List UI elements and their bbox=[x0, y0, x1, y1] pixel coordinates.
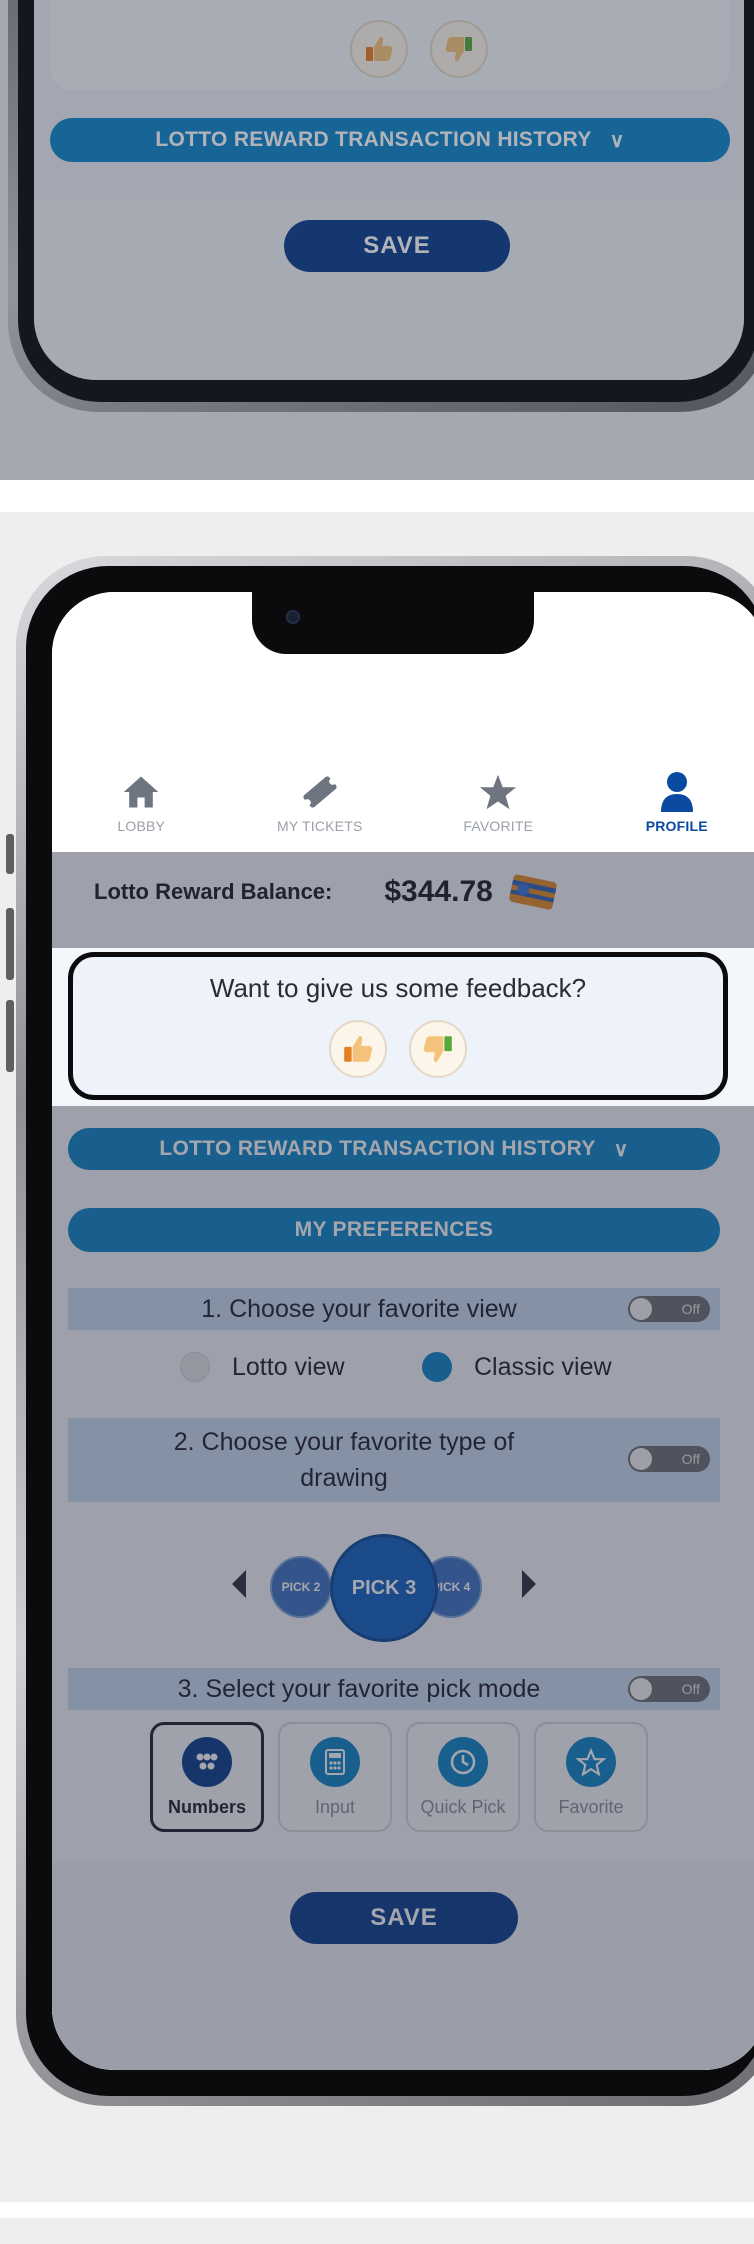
save-button-top[interactable]: SAVE bbox=[284, 220, 510, 272]
ticket-icon bbox=[300, 772, 340, 812]
save-button[interactable]: SAVE bbox=[290, 1892, 518, 1944]
screenshot-canvas: LOTTO REWARD TRANSACTION HISTORY∨ SAVE bbox=[0, 0, 754, 2244]
pref-drawing-type: 2. Choose your favorite type of drawing bbox=[68, 1418, 720, 1502]
chevron-down-icon: ∨ bbox=[609, 129, 625, 152]
nav-item-lobby[interactable]: LOBBY bbox=[86, 772, 196, 834]
thumbs-down-icon bbox=[423, 1036, 452, 1062]
side-button bbox=[6, 1000, 14, 1072]
panel-divider bbox=[0, 480, 754, 512]
nav-item-favorite[interactable]: FAVORITE bbox=[443, 772, 553, 834]
pref1-toggle[interactable]: Off bbox=[628, 1296, 710, 1322]
transaction-history-toggle[interactable]: LOTTO REWARD TRANSACTION HISTORY ∨ bbox=[68, 1128, 720, 1170]
top-panel: LOTTO REWARD TRANSACTION HISTORY ∨ SAVE bbox=[0, 0, 754, 480]
carousel-next-arrow[interactable] bbox=[522, 1570, 536, 1598]
thumbs-down-button[interactable] bbox=[409, 1020, 467, 1078]
chevron-down-icon: ∨ bbox=[613, 1138, 629, 1161]
thumbs-up-icon bbox=[344, 1036, 373, 1062]
drawing-carousel: PICK 2 PICK 4 PICK 3 bbox=[232, 1524, 572, 1644]
history-pill-top[interactable]: LOTTO REWARD TRANSACTION HISTORY ∨ bbox=[50, 118, 730, 162]
reward-card-icon bbox=[509, 874, 557, 910]
mode-favorite-button[interactable]: Favorite bbox=[534, 1722, 648, 1832]
pref-pick-mode: 3. Select your favorite pick mode bbox=[68, 1668, 720, 1710]
thumbs-up-icon bbox=[366, 36, 393, 61]
bottom-nav: LOBBY MY TICKETS FAVORITE PROFILE bbox=[52, 732, 754, 852]
balance-value: $344.78 bbox=[384, 875, 493, 908]
mode-quick-pick-button[interactable]: Quick Pick bbox=[406, 1722, 520, 1832]
radio-selected[interactable] bbox=[422, 1352, 452, 1382]
calculator-icon bbox=[310, 1736, 360, 1787]
balance-row: Lotto Reward Balance: $344.78 bbox=[94, 872, 559, 912]
star-icon bbox=[478, 772, 518, 812]
pick-3-logo[interactable]: PICK 3 bbox=[330, 1534, 438, 1642]
radio-unselected[interactable] bbox=[180, 1352, 210, 1382]
thumbs-down-button[interactable] bbox=[430, 20, 488, 78]
view-option-classic[interactable]: Classic view bbox=[422, 1352, 612, 1382]
main-panel: LOBBY MY TICKETS FAVORITE PROFILE Lotto … bbox=[0, 512, 754, 2202]
thumbs-top bbox=[350, 20, 488, 78]
pref-favorite-view: 1. Choose your favorite view bbox=[68, 1288, 720, 1330]
nav-item-my-tickets[interactable]: MY TICKETS bbox=[265, 772, 375, 834]
feedback-card: Want to give us some feedback? bbox=[68, 952, 728, 1100]
preferences-header[interactable]: MY PREFERENCES bbox=[68, 1208, 720, 1252]
home-icon bbox=[121, 772, 161, 812]
carousel-prev-arrow[interactable] bbox=[232, 1570, 246, 1598]
clock-icon bbox=[438, 1736, 488, 1787]
feedback-thumbs bbox=[329, 1020, 467, 1078]
profile-content: Lotto Reward Balance: $344.78 Want to gi… bbox=[52, 852, 754, 2070]
profile-icon bbox=[657, 772, 697, 812]
feedback-title: Want to give us some feedback? bbox=[209, 973, 587, 1003]
view-option-lotto[interactable]: Lotto view bbox=[180, 1352, 345, 1382]
phone-screen: LOBBY MY TICKETS FAVORITE PROFILE Lotto … bbox=[52, 592, 754, 2070]
panel-divider bbox=[0, 2202, 754, 2218]
balance-label: Lotto Reward Balance: bbox=[94, 879, 333, 904]
nav-item-profile[interactable]: PROFILE bbox=[622, 772, 732, 834]
pref2-toggle[interactable]: Off bbox=[628, 1446, 710, 1472]
phone-screen-top: LOTTO REWARD TRANSACTION HISTORY ∨ SAVE bbox=[34, 0, 744, 380]
star-icon bbox=[566, 1736, 616, 1787]
mode-numbers-button[interactable]: Numbers bbox=[150, 1722, 264, 1832]
mode-input-button[interactable]: Input bbox=[278, 1722, 392, 1832]
pref3-toggle[interactable]: Off bbox=[628, 1676, 710, 1702]
pick-2-logo[interactable]: PICK 2 bbox=[270, 1556, 332, 1618]
thumbs-down-icon bbox=[445, 37, 472, 62]
side-button bbox=[6, 834, 14, 874]
pick-mode-options: Numbers Input Quick Pick Favorite bbox=[150, 1722, 648, 1832]
side-button bbox=[6, 908, 14, 980]
phone-notch bbox=[252, 592, 534, 654]
feedback-card-top bbox=[50, 0, 730, 90]
camera-icon bbox=[286, 610, 300, 624]
dots-icon bbox=[182, 1736, 232, 1787]
thumbs-up-button[interactable] bbox=[350, 20, 408, 78]
thumbs-up-button[interactable] bbox=[329, 1020, 387, 1078]
